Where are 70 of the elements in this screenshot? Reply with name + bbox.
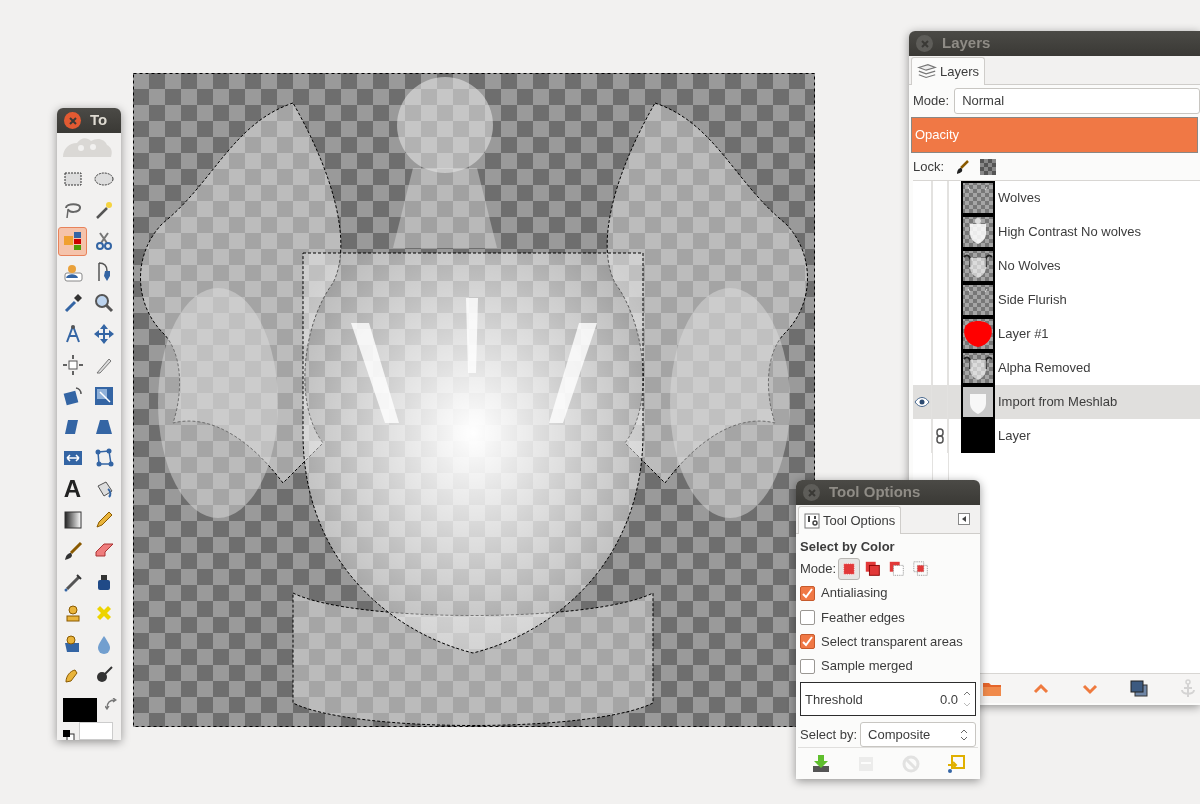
- threshold-label: Threshold: [805, 690, 864, 709]
- layer-name: Side Flurish: [997, 291, 1067, 310]
- tool-heading: Select by Color: [799, 538, 896, 556]
- mode-dropdown[interactable]: Normal: [954, 88, 1200, 114]
- eye-icon[interactable]: [914, 395, 930, 409]
- scale-icon: [92, 385, 115, 408]
- layer-name: Import from Meshlab: [997, 393, 1118, 412]
- tool-options-tab[interactable]: Tool Options: [798, 506, 902, 534]
- close-button[interactable]: [64, 112, 81, 129]
- align-icon: [61, 354, 84, 377]
- default-colors-icon: [63, 730, 75, 740]
- lock-label: Lock:: [913, 157, 945, 176]
- close-icon: [918, 37, 931, 50]
- checkbox[interactable]: [800, 634, 815, 650]
- tool-button[interactable]: [58, 226, 87, 256]
- paintbrush-icon: [954, 158, 971, 175]
- duplicate-icon: [1128, 677, 1150, 700]
- updown-arrows-icon: [960, 728, 968, 741]
- layer-name: Wolves: [997, 189, 1041, 208]
- option-label: Select transparent areas: [821, 633, 963, 652]
- layer-row[interactable]: Wolves: [913, 181, 1200, 215]
- mode-label: Mode:: [800, 560, 837, 579]
- layer-row[interactable]: Layer: [913, 419, 1200, 453]
- checkerboard-icon: [980, 158, 997, 175]
- layer-row[interactable]: Side Flurish: [913, 283, 1200, 317]
- select-by-dropdown[interactable]: Composite: [860, 722, 976, 748]
- window-title: Tool Options: [829, 482, 921, 503]
- close-icon: [805, 486, 818, 499]
- threshold-value: 0.0: [939, 690, 958, 709]
- layer-name: Alpha Removed: [997, 359, 1091, 378]
- chain-icon[interactable]: [934, 428, 945, 444]
- tool-button[interactable]: A: [58, 474, 87, 504]
- selection-mode-button[interactable]: [838, 557, 861, 580]
- window-title: Layers: [942, 33, 991, 54]
- foreground-color-swatch[interactable]: [63, 697, 97, 722]
- gradient-icon: [61, 509, 84, 532]
- layer-name: Layer: [997, 427, 1031, 446]
- layer-row[interactable]: Alpha Removed: [913, 351, 1200, 385]
- layer-row[interactable]: No Wolves: [913, 249, 1200, 283]
- intersect-mode-icon: [912, 559, 931, 578]
- background-color-swatch[interactable]: [79, 721, 113, 740]
- rotate-icon: [61, 385, 84, 408]
- layer-name: High Contrast No wolves: [997, 223, 1142, 242]
- checkbox[interactable]: [800, 609, 815, 625]
- layer-row[interactable]: Layer #1: [913, 317, 1200, 351]
- close-icon: [66, 114, 79, 127]
- layer-row[interactable]: High Contrast No wolves: [913, 215, 1200, 249]
- window-title: To: [90, 110, 108, 131]
- layer-row[interactable]: Import from Meshlab: [913, 385, 1200, 419]
- layer-name: Layer #1: [997, 325, 1049, 344]
- subtract-mode-icon: [888, 559, 907, 578]
- move-arrows-icon: [92, 323, 115, 346]
- option-label: Sample merged: [821, 657, 913, 676]
- option-label: Antialiasing: [821, 584, 888, 603]
- mode-label: Mode:: [913, 92, 950, 111]
- checkbox[interactable]: [800, 658, 815, 674]
- threshold-field[interactable]: Threshold 0.0: [800, 682, 976, 717]
- triangle-left-icon: [958, 513, 970, 525]
- color-select-icon: [61, 230, 84, 253]
- opacity-label: Opacity: [914, 127, 960, 142]
- option-label: Feather edges: [821, 608, 905, 627]
- select-by-label: Select by:: [800, 725, 858, 744]
- tab-menu-button[interactable]: [956, 511, 972, 527]
- layer-name: No Wolves: [997, 257, 1061, 276]
- add-mode-icon: [864, 559, 883, 578]
- swap-arrow-icon: [105, 698, 117, 711]
- magnifier-icon: [92, 292, 115, 315]
- checkbox[interactable]: [800, 585, 815, 601]
- tool-options-icon: [804, 512, 820, 529]
- layers-tab[interactable]: Layers: [911, 57, 986, 85]
